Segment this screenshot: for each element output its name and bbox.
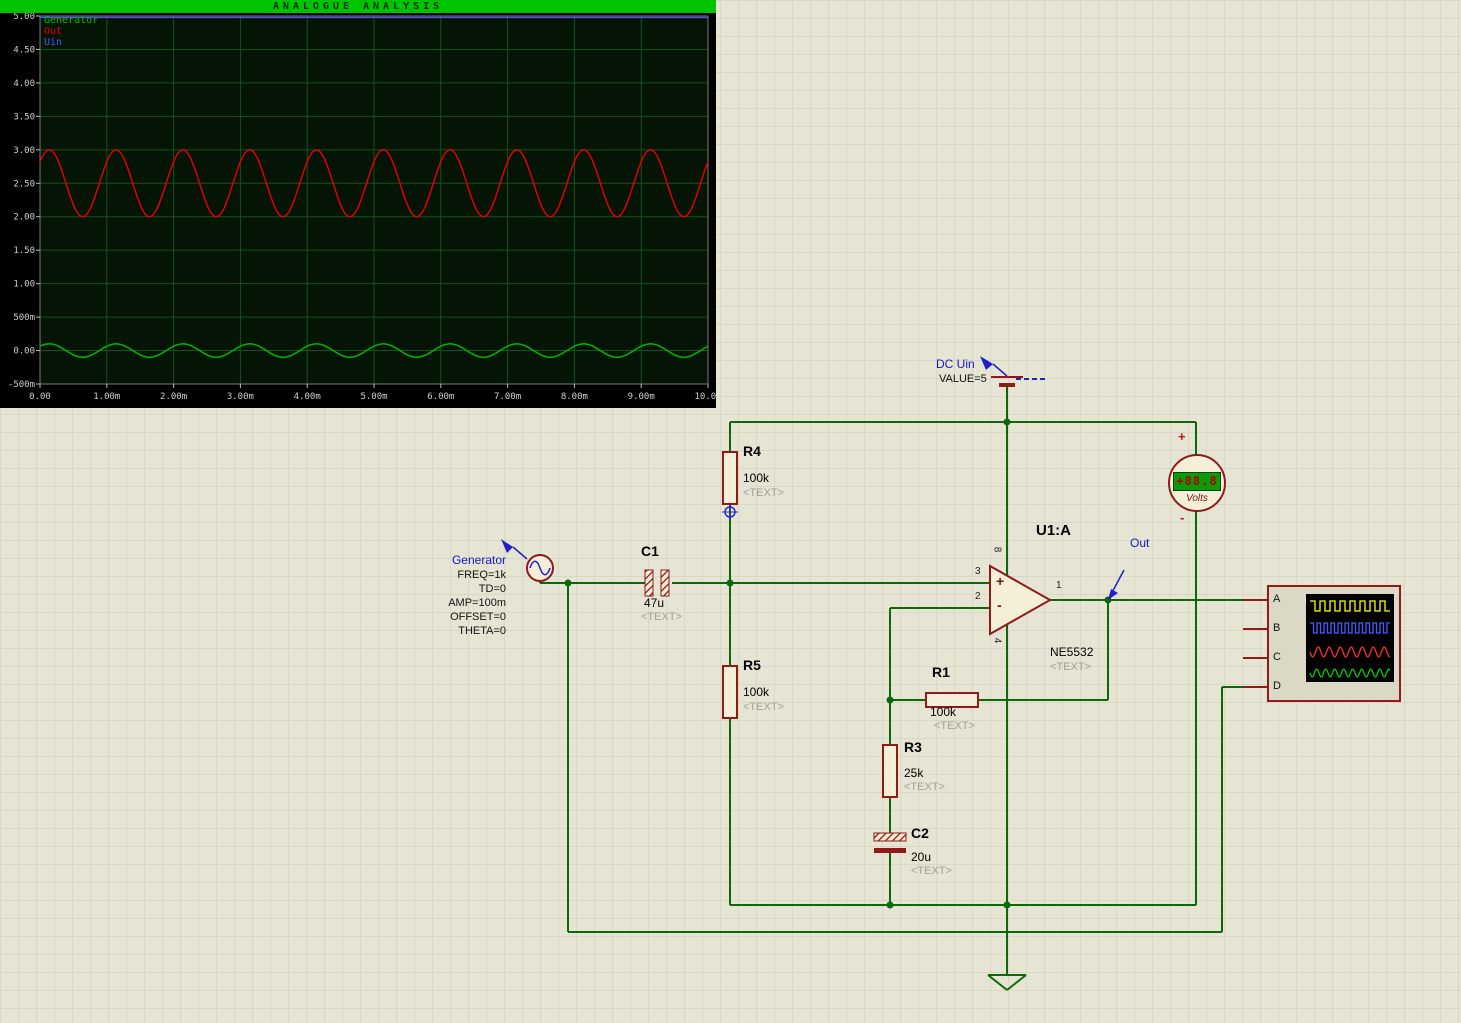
out-probe[interactable] xyxy=(1108,570,1124,600)
legend-out: Out xyxy=(44,26,62,37)
c2-ref: C2 xyxy=(911,826,929,841)
ground-symbol[interactable] xyxy=(988,975,1026,990)
r1-ref: R1 xyxy=(932,665,950,680)
r5-text: <TEXT> xyxy=(743,701,784,713)
graph-title[interactable]: ANALOGUE ANALYSIS xyxy=(0,0,716,13)
opamp-plus-sign: + xyxy=(996,574,1004,589)
resistor-R5[interactable] xyxy=(723,666,737,718)
opamp-pin8: 8 xyxy=(991,547,1002,553)
svg-text:2.50: 2.50 xyxy=(13,179,35,189)
probe-arrow-icon xyxy=(1108,589,1118,600)
analysis-plot[interactable]: 5.00 4.50 4.00 3.50 3.00 2.50 2.00 1.50 1.00 500m… xyxy=(0,13,716,408)
voltmeter-plus-sign: + xyxy=(1178,430,1186,444)
junction-dots xyxy=(565,419,1112,909)
resistor-R4[interactable] xyxy=(723,452,737,504)
svg-text:6.00m: 6.00m xyxy=(427,392,454,402)
r5-value: 100k xyxy=(743,686,769,699)
opamp-pin2: 2 xyxy=(975,591,981,602)
svg-text:3.00m: 3.00m xyxy=(227,392,254,402)
svg-text:1.00m: 1.00m xyxy=(93,392,120,402)
legend-uin: Uin xyxy=(44,37,62,48)
c1-text: <TEXT> xyxy=(641,611,682,623)
generator-param-freq: FREQ=1k xyxy=(376,569,506,581)
svg-text:500m: 500m xyxy=(13,313,35,323)
svg-text:9.00m: 9.00m xyxy=(628,392,655,402)
generator-label[interactable]: Generator xyxy=(376,554,506,567)
analysis-graph-window[interactable]: ANALOGUE ANALYSIS 5.00 4.50 4.00 3.50 3.00 2.… xyxy=(0,0,716,408)
legend-generator: Generator xyxy=(44,15,98,26)
scope-channel-c: C xyxy=(1273,651,1281,663)
svg-text:4.50: 4.50 xyxy=(13,45,35,55)
capacitor-C1[interactable] xyxy=(645,570,669,596)
opamp-ref: U1:A xyxy=(1036,523,1071,540)
generator-flag-icon xyxy=(501,539,513,553)
r3-text: <TEXT> xyxy=(904,781,945,793)
svg-text:0.00: 0.00 xyxy=(29,392,51,402)
opamp-pin3: 3 xyxy=(975,566,981,577)
svg-text:2.00m: 2.00m xyxy=(160,392,187,402)
svg-text:3.50: 3.50 xyxy=(13,112,35,122)
scope-channel-b: B xyxy=(1273,622,1280,634)
dc-source-label[interactable]: DC Uin xyxy=(936,358,975,371)
c2-value: 20u xyxy=(911,851,931,864)
r1-value: 100k xyxy=(930,706,956,719)
r4-value: 100k xyxy=(743,472,769,485)
r4-text: <TEXT> xyxy=(743,487,784,499)
opamp-part: NE5532 xyxy=(1050,646,1093,659)
c1-value: 47u xyxy=(644,597,664,610)
dc-source-flag-icon xyxy=(980,356,993,370)
r5-ref: R5 xyxy=(743,658,761,673)
svg-text:8.00m: 8.00m xyxy=(561,392,588,402)
resistor-R3[interactable] xyxy=(883,745,897,797)
svg-text:7.00m: 7.00m xyxy=(494,392,521,402)
opamp-pin1: 1 xyxy=(1056,580,1062,591)
sine-generator-symbol[interactable] xyxy=(501,539,553,581)
c2-text: <TEXT> xyxy=(911,865,952,877)
r3-ref: R3 xyxy=(904,740,922,755)
r3-value: 25k xyxy=(904,767,923,780)
scope-channel-a: A xyxy=(1273,593,1280,605)
origin-marker-icon xyxy=(722,504,738,520)
svg-text:4.00m: 4.00m xyxy=(294,392,321,402)
svg-text:10.0m: 10.0m xyxy=(694,392,716,402)
svg-text:-500m: -500m xyxy=(8,380,35,390)
oscilloscope[interactable] xyxy=(1243,586,1400,701)
generator-param-td: TD=0 xyxy=(376,583,506,595)
voltmeter-minus-sign: - xyxy=(1180,511,1184,525)
svg-text:0.00: 0.00 xyxy=(13,347,35,357)
scope-channel-d: D xyxy=(1273,680,1281,692)
capacitor-C2[interactable] xyxy=(874,833,906,853)
svg-text:4.00: 4.00 xyxy=(13,79,35,89)
out-probe-label[interactable]: Out xyxy=(1130,537,1149,550)
opamp-pin4: 4 xyxy=(991,638,1002,644)
dc-source-symbol[interactable] xyxy=(980,356,1046,385)
svg-text:1.50: 1.50 xyxy=(13,246,35,256)
opamp-minus-sign: - xyxy=(997,598,1002,613)
svg-text:5.00m: 5.00m xyxy=(360,392,387,402)
voltmeter-display: +88.8 xyxy=(1173,472,1221,491)
svg-text:1.00: 1.00 xyxy=(13,280,35,290)
generator-param-offset: OFFSET=0 xyxy=(376,611,506,623)
generator-param-amp: AMP=100m xyxy=(376,597,506,609)
r1-text: <TEXT> xyxy=(934,720,975,732)
wires[interactable] xyxy=(540,387,1268,975)
voltmeter-unit: Volts xyxy=(1172,493,1222,504)
svg-text:3.00: 3.00 xyxy=(13,146,35,156)
opamp-text: <TEXT> xyxy=(1050,661,1091,673)
r4-ref: R4 xyxy=(743,444,761,459)
proteus-workspace: Generator FREQ=1k TD=0 AMP=100m OFFSET=0… xyxy=(0,0,1461,1023)
dc-source-value: VALUE=5 xyxy=(939,373,987,385)
c1-ref: C1 xyxy=(641,544,659,559)
svg-text:2.00: 2.00 xyxy=(13,213,35,223)
svg-text:5.00: 5.00 xyxy=(13,13,35,22)
generator-param-theta: THETA=0 xyxy=(376,625,506,637)
